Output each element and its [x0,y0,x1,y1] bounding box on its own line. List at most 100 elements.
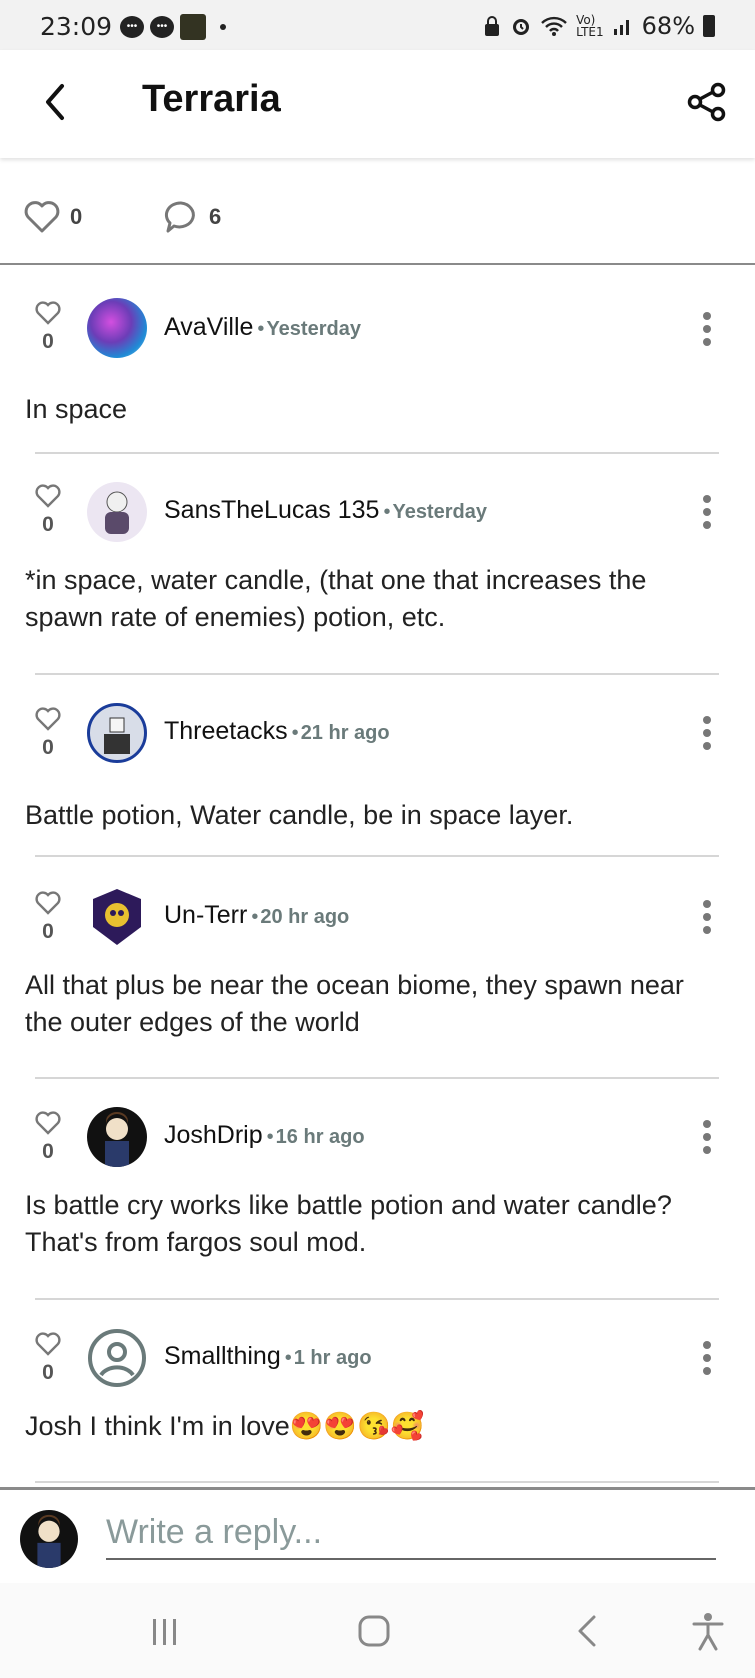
avatar[interactable] [87,298,147,358]
divider [35,1481,719,1483]
comment-meta: SansTheLucas 135 • Yesterday [164,496,487,524]
back-button[interactable] [36,80,76,124]
more-options-icon[interactable] [701,895,713,939]
divider [35,1077,719,1079]
comment-icon [164,201,195,233]
network-label: Vo) LTE1 [576,14,604,38]
share-icon[interactable] [687,82,727,122]
divider [35,855,719,857]
comment-text: In space [25,394,128,424]
status-time: 23:09 [40,12,113,41]
comment-text: *in space, water candle, (that one that … [25,565,647,632]
comment-like[interactable]: 0 [34,1332,62,1385]
comment-meta: Smallthing • 1 hr ago [164,1342,372,1370]
avatar-figure [105,1112,129,1167]
comment-author[interactable]: AvaVille [164,313,253,341]
app-notification-icon [180,14,206,40]
system-nav-bar [0,1583,755,1678]
like-count: 0 [70,204,83,229]
chat-icon: ••• [120,16,144,38]
avatar[interactable] [87,703,147,763]
comment-author[interactable]: Threetacks [164,717,288,745]
battery-percent: 68% [641,12,695,40]
divider [35,1298,719,1300]
comment-author[interactable]: JoshDrip [164,1121,263,1149]
avatar[interactable] [87,482,147,542]
comment-text: Is battle cry works like battle potion a… [25,1190,672,1257]
post-stats: 0 6 [0,158,755,265]
battery-icon [703,15,715,37]
heart-icon [35,1111,61,1135]
reply-bar [0,1487,755,1586]
comment-author[interactable]: Smallthing [164,1342,281,1370]
comment-meta: Un-Terr • 20 hr ago [164,901,350,929]
heart-icon [35,484,61,508]
accessibility-icon[interactable] [688,1611,728,1651]
avatar[interactable] [87,1107,147,1167]
more-options-icon[interactable] [701,711,713,755]
comment-meta: JoshDrip • 16 hr ago [164,1121,365,1149]
lock-icon [485,16,500,36]
reply-input[interactable] [106,1512,716,1560]
comment-author[interactable]: SansTheLucas 135 [164,496,379,524]
avatar-figure [93,889,141,945]
avatar[interactable] [87,887,147,947]
comment-time: Yesterday [266,318,361,340]
comment-meta: Threetacks • 21 hr ago [164,717,390,745]
avatar-figure [37,1514,61,1568]
avatar [20,1510,78,1568]
chat-icon: ••• [150,16,174,38]
comment-count: 6 [209,204,222,229]
comment-time: 20 hr ago [260,906,350,928]
recent-apps-icon[interactable] [145,1611,185,1651]
comment-like[interactable]: 0 [34,1111,62,1164]
comment-like-count: 0 [42,1140,54,1163]
comment-like[interactable]: 0 [34,301,62,354]
comment-like-count: 0 [42,920,54,943]
signal-icon [613,20,629,35]
comment-time: Yesterday [392,501,487,523]
alarm-icon [513,19,530,35]
avatar-figure [105,491,129,534]
comment-author[interactable]: Un-Terr [164,901,247,929]
status-bar: 23:09 ••• ••• Vo) LTE1 68% [0,0,755,50]
heart-icon [35,1332,61,1356]
comment-text: Josh I think I'm in love😍😍😘🥰 [25,1411,425,1441]
wifi-icon [541,16,567,36]
comment-like-count: 0 [42,330,54,353]
comment-text: All that plus be near the ocean biome, t… [25,970,684,1037]
heart-icon [24,201,60,233]
page-title: Terraria [142,78,281,120]
comment-time: 21 hr ago [300,722,390,744]
more-options-icon[interactable] [701,1336,713,1380]
more-options-icon[interactable] [701,490,713,534]
lte-label: LTE1 [576,25,604,39]
divider [35,673,719,675]
heart-icon [35,707,61,731]
comment-like[interactable]: 0 [34,891,62,944]
comment-like-count: 0 [42,736,54,759]
comment-stat[interactable]: 6 [163,200,221,234]
avatar[interactable] [87,1328,147,1388]
comment-time: 16 hr ago [275,1126,365,1148]
comment-text: Battle potion, Water candle, be in space… [25,800,574,830]
system-indicators: Vo) LTE1 68% [482,12,715,40]
avatar-figure [104,717,130,754]
more-options-icon[interactable] [701,307,713,351]
heart-icon [35,891,61,915]
back-nav-icon[interactable] [568,1611,608,1651]
comment-like-count: 0 [42,513,54,536]
top-app-bar: Terraria [0,50,755,158]
comment-like[interactable]: 0 [34,707,62,760]
more-notifications-dot [220,24,226,30]
comment-time: 1 hr ago [293,1347,372,1369]
comment-meta: AvaVille • Yesterday [164,313,361,341]
comment-like-count: 0 [42,1361,54,1384]
home-icon[interactable] [355,1611,395,1651]
comment-like[interactable]: 0 [34,484,62,537]
like-stat[interactable]: 0 [24,200,82,234]
more-options-icon[interactable] [701,1115,713,1159]
notification-icons: ••• ••• [120,14,226,40]
default-user-icon [88,1329,146,1387]
heart-icon [35,301,61,325]
